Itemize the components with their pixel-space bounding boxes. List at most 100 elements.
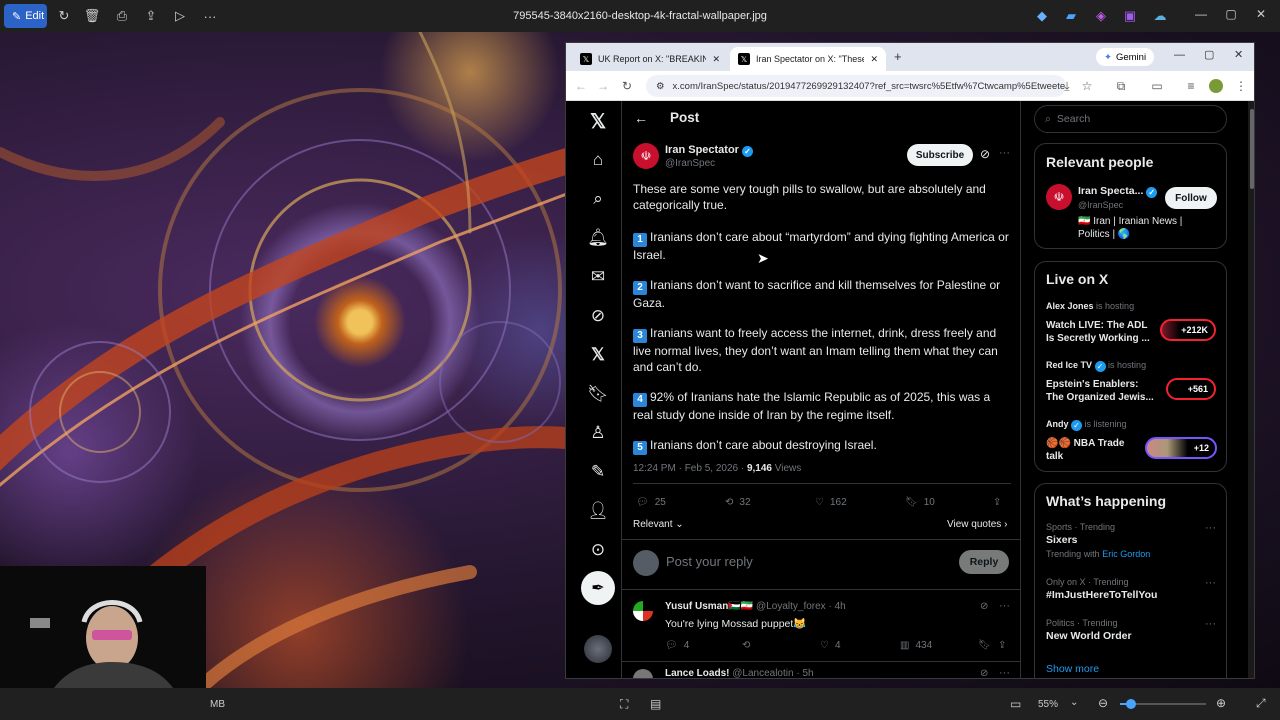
reload-icon[interactable]: ↻ — [618, 77, 636, 95]
scrollbar-thumb[interactable] — [1250, 109, 1254, 189]
messages-icon[interactable]: ✉ — [586, 265, 610, 289]
close-icon[interactable]: ✕ — [1234, 48, 1243, 61]
jobs-icon[interactable]: ♙ — [586, 421, 610, 445]
rotate-icon[interactable]: ↻ — [54, 6, 74, 26]
more-icon[interactable]: ··· — [200, 6, 220, 26]
new-tab-icon[interactable]: + — [894, 49, 902, 64]
extensions-icon[interactable]: ⧉ — [1112, 77, 1130, 95]
more-options-icon[interactable]: ··· — [1205, 618, 1216, 630]
trend-item[interactable]: Only on X · Trending #ImJustHereToTellYo… — [1046, 577, 1216, 602]
gemini-button[interactable]: ✦ Gemini — [1096, 48, 1155, 66]
slideshow-icon[interactable]: ▷ — [170, 6, 190, 26]
like-action[interactable]: ♡ 162 — [815, 497, 847, 508]
tab-uk-report[interactable]: 𝕏 UK Report on X: "BREAKING - ✕ — [572, 47, 728, 71]
zoom-slider[interactable] — [1120, 699, 1206, 709]
close-tab-icon[interactable]: ✕ — [712, 54, 720, 65]
share-icon[interactable]: ⇪ — [998, 640, 1006, 651]
chevron-down-icon[interactable]: ⌄ — [1070, 697, 1078, 708]
show-more-link[interactable]: Show more — [1046, 663, 1099, 675]
print-icon[interactable]: ⎙ — [112, 6, 132, 26]
communities-icon[interactable]: ✎ — [586, 460, 610, 484]
more-icon[interactable]: ⊙ — [586, 538, 610, 562]
sort-dropdown[interactable]: Relevant ⌄ — [633, 519, 684, 530]
forward-icon[interactable]: → — [594, 77, 612, 95]
app-icon[interactable]: ▰ — [1061, 6, 1081, 26]
zoom-slider-thumb[interactable] — [1126, 699, 1136, 709]
trend-item[interactable]: Politics · Trending New World Order — [1046, 618, 1216, 643]
trend-item[interactable]: Sports · Trending Sixers Trending with E… — [1046, 522, 1216, 559]
view-quotes-link[interactable]: View quotes › — [947, 519, 1007, 530]
home-icon[interactable]: ⌂ — [586, 148, 610, 172]
more-options-icon[interactable]: ··· — [1205, 522, 1216, 534]
sidebar-icon[interactable]: ▭ — [1148, 77, 1166, 95]
bookmark-action[interactable]: 🔖︎ 10 — [905, 497, 935, 508]
bookmark-star-icon[interactable]: ☆ — [1078, 77, 1096, 95]
author-handle[interactable]: @IranSpec — [665, 158, 715, 169]
zoom-out-icon[interactable]: ⊖ — [1098, 696, 1108, 710]
profile-icon[interactable]: 👤︎ — [586, 499, 610, 523]
install-icon[interactable]: ⤓ — [1058, 77, 1076, 95]
copilot-icon[interactable]: ◆ — [1032, 6, 1052, 26]
notifications-icon[interactable]: 🔔︎ — [586, 226, 610, 250]
live-space-title[interactable]: Watch LIVE: The ADL Is Secretly Working … — [1046, 319, 1156, 345]
fit-icon[interactable]: ⛶ — [620, 697, 628, 712]
close-tab-icon[interactable]: ✕ — [870, 54, 878, 65]
x-logo-icon[interactable]: 𝕏 — [586, 109, 610, 133]
profile-avatar[interactable] — [1209, 79, 1223, 93]
person-handle[interactable]: @IranSpec — [1078, 200, 1123, 210]
bookmarks-icon[interactable]: 🔖︎ — [586, 382, 610, 406]
like-action[interactable]: ♡ 4 — [820, 640, 841, 651]
site-info-icon[interactable]: ⚙ — [656, 81, 665, 92]
more-options-icon[interactable]: ··· — [999, 600, 1010, 612]
live-listeners[interactable]: +561 — [1166, 378, 1216, 400]
maximize-icon[interactable]: ▢ — [1204, 48, 1214, 61]
filmstrip-icon[interactable]: ▤ — [650, 697, 661, 711]
author-avatar[interactable]: ☫ — [633, 143, 659, 169]
url-input[interactable]: ⚙ x.com/IranSpec/status/2019477269929132… — [646, 75, 1066, 97]
reply-action[interactable]: 💬︎ 25 — [636, 497, 666, 508]
actual-size-icon[interactable]: ▭ — [1010, 697, 1021, 711]
more-options-icon[interactable]: ··· — [999, 667, 1010, 678]
back-arrow-icon[interactable]: ← — [634, 110, 648, 126]
minimize-icon[interactable]: — — [1174, 49, 1185, 61]
grok-icon[interactable]: ⊘ — [980, 601, 988, 612]
back-icon[interactable]: ← — [572, 77, 590, 95]
reply-action[interactable]: 💬︎ 4 — [665, 640, 689, 651]
live-space-title[interactable]: Epstein's Enablers: The Organized Jewis.… — [1046, 378, 1156, 404]
person-avatar[interactable]: ☫ — [1046, 184, 1072, 210]
grok-icon[interactable]: ⊘ — [980, 668, 988, 678]
more-options-icon[interactable]: ··· — [999, 147, 1010, 159]
compose-button[interactable]: ✒ — [581, 571, 615, 605]
search-input[interactable]: ⌕ Search — [1034, 105, 1227, 133]
person-name-row[interactable]: Iran Specta... ✓ — [1078, 185, 1158, 198]
views-action[interactable]: ▥ 434 — [900, 640, 932, 651]
grok-icon[interactable]: ⊘ — [586, 304, 610, 328]
premium-x-icon[interactable]: 𝕏 — [586, 343, 610, 367]
author-name[interactable]: Iran Spectator — [665, 144, 739, 156]
minimize-icon[interactable]: — — [1190, 7, 1212, 25]
media-icon[interactable]: ≡ — [1182, 77, 1200, 95]
delete-icon[interactable]: 🗑 — [82, 6, 102, 26]
page-scrollbar[interactable] — [1248, 101, 1254, 678]
zoom-in-icon[interactable]: ⊕ — [1216, 696, 1226, 710]
search-icon[interactable]: ⌕ — [586, 187, 610, 211]
tab-iran-spectator[interactable]: 𝕏 Iran Spectator on X: "These are ✕ — [730, 47, 886, 71]
reply-avatar[interactable] — [633, 669, 653, 678]
reply-avatar[interactable] — [633, 601, 653, 621]
grok-icon[interactable]: ⊘ — [980, 147, 990, 161]
share-icon[interactable]: ⇪ — [141, 6, 161, 26]
live-listeners[interactable]: +12 — [1145, 437, 1217, 459]
subscribe-button[interactable]: Subscribe — [907, 144, 973, 166]
network-icon[interactable]: ☁ — [1150, 6, 1170, 26]
bookmark-icon[interactable]: 🔖︎ — [978, 640, 991, 651]
more-options-icon[interactable]: ··· — [1205, 577, 1216, 589]
app-icon[interactable]: ◈ — [1091, 6, 1111, 26]
edit-button[interactable]: ✎ Edit — [4, 4, 47, 28]
app-icon[interactable]: ▣ — [1120, 6, 1140, 26]
close-icon[interactable]: ✕ — [1250, 7, 1272, 25]
reply-input[interactable]: Post your reply — [666, 554, 753, 569]
follow-button[interactable]: Follow — [1165, 187, 1217, 209]
repost-action[interactable]: ⟲ 32 — [725, 497, 751, 508]
zoom-level[interactable]: 55% — [1038, 699, 1058, 710]
share-icon[interactable]: ⇪ — [993, 497, 1001, 508]
